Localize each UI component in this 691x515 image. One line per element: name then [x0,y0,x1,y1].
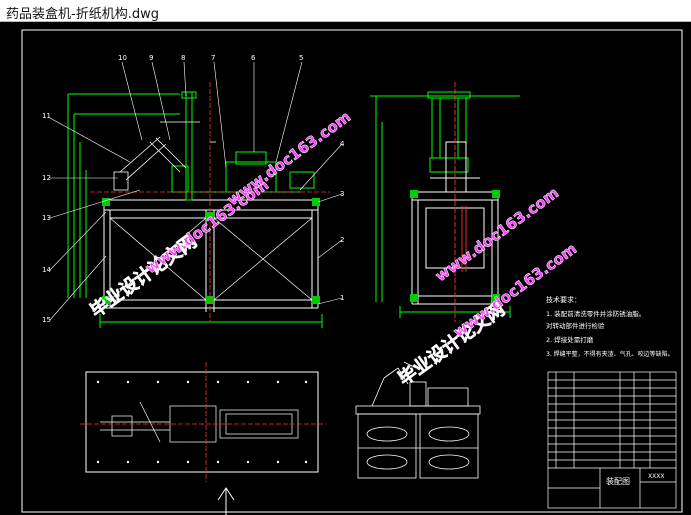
part-number-5: 5 [299,54,303,62]
drawing-border [21,29,683,513]
part-number-3: 3 [340,190,344,198]
part-number-4: 4 [340,140,345,148]
part-number-8: 8 [181,54,185,62]
title-block-code: XXXX [648,473,664,480]
front-view: 10 9 8 7 6 5 4 3 2 1 11 12 13 14 15 [42,54,345,328]
title-block-name: 装配图 [606,476,630,486]
window-titlebar: 药品装盒机-折纸机构.dwg [0,0,691,22]
tech-requirements-heading: 技术要求： [546,295,581,304]
plan-view [80,362,326,515]
side-view [370,82,520,322]
tech-requirement-1: 1. 装配前清洗零件并涂防锈油脂。 [546,309,645,318]
part-number-7: 7 [211,54,215,62]
part-number-15: 15 [42,316,51,324]
part-number-10: 10 [118,54,127,62]
tech-requirement-1b: 对转动部件进行检验 [546,321,605,330]
part-number-6: 6 [251,54,256,62]
tech-requirement-2: 2. 焊接处需打磨 [546,335,594,344]
part-number-9: 9 [149,54,153,62]
cad-drawing-canvas[interactable]: 10 9 8 7 6 5 4 3 2 1 11 12 13 14 15 技术要求… [0,22,691,515]
tech-requirement-3: 3. 焊缝平整，不得有夹渣、气孔、咬边等缺陷。 [546,350,674,358]
part-number-12: 12 [42,174,51,182]
tech-requirements: 技术要求： 1. 装配前清洗零件并涂防锈油脂。 对转动部件进行检验 2. 焊接处… [546,295,674,358]
watermark-site-url-3: www.doc163.com [224,108,354,210]
watermark-group-3: www.doc163.com www.doc163.com [224,107,563,285]
window-title: 药品装盒机-折纸机构.dwg [6,7,159,22]
part-number-11: 11 [42,112,51,120]
part-number-14: 14 [42,266,51,274]
part-number-1: 1 [340,294,344,302]
bill-of-materials [547,371,677,509]
part-number-13: 13 [42,214,51,222]
part-number-2: 2 [340,236,344,244]
